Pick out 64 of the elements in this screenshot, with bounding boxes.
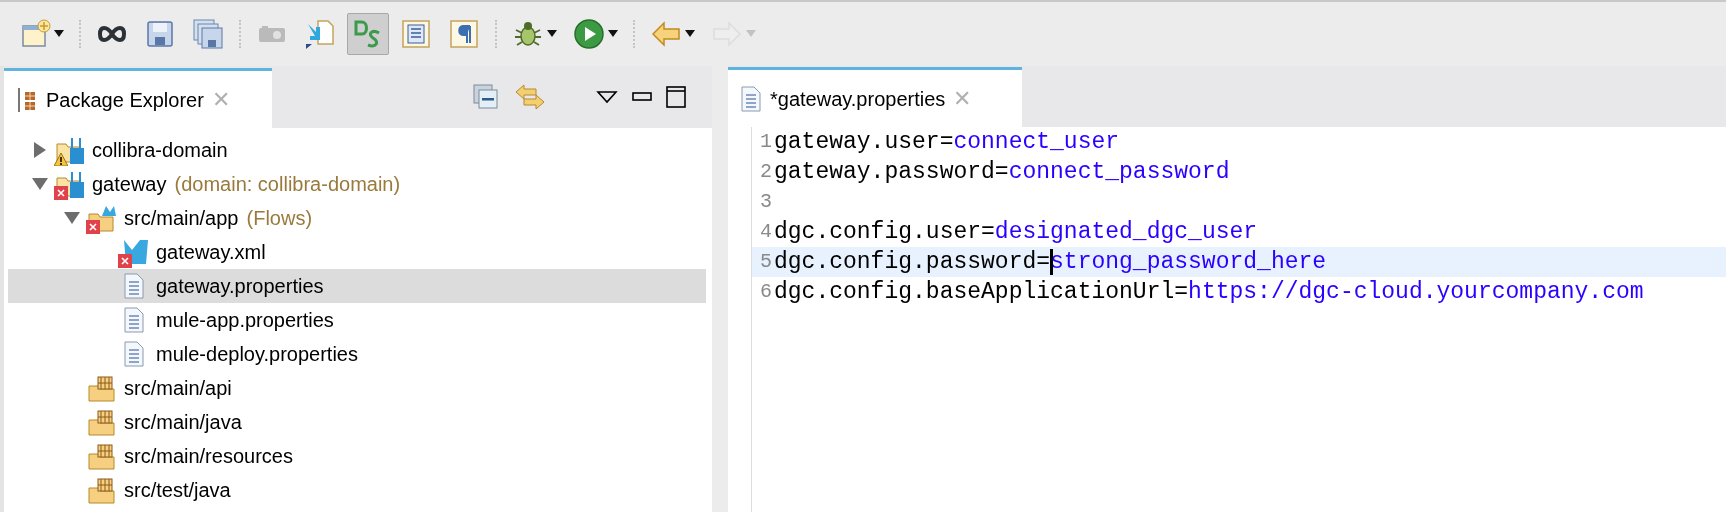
left-arrow-icon: [650, 18, 682, 50]
tree-item[interactable]: mule-deploy.properties: [8, 337, 706, 371]
tree-item-label: gateway.xml: [156, 240, 266, 265]
expanded-triangle-icon[interactable]: [64, 212, 80, 224]
code-line: dgc.config.user=designated_dgc_user: [774, 218, 1258, 247]
code-line: dgc.config.baseApplicationUrl=https://dgc-cloud.yourcompany.com: [774, 278, 1644, 307]
maximize-icon[interactable]: [666, 86, 686, 108]
tree-item-label: gateway: [92, 172, 167, 197]
pilcrow-icon: [448, 18, 480, 50]
code-line: gateway.user=connect_user: [774, 128, 1120, 157]
dropdown-caret-icon: [608, 30, 618, 38]
save-icon: [144, 18, 176, 50]
dropdown-caret-icon: [547, 30, 557, 38]
dropdown-caret-icon: [685, 30, 695, 38]
tab-title: *gateway.properties: [770, 86, 946, 112]
minimize-icon[interactable]: [632, 91, 652, 103]
tree-item[interactable]: src/test/java: [8, 473, 706, 507]
code-line: dgc.config.password=strong_password_here: [774, 248, 1327, 277]
tree-item[interactable]: collibra-domain: [8, 133, 706, 167]
tree-item[interactable]: gateway.properties: [8, 269, 706, 303]
item-annotation: (domain: collibra-domain): [174, 172, 401, 197]
line-number: 5: [759, 249, 773, 275]
tree-item[interactable]: gateway.xml: [8, 235, 706, 269]
text-file-icon: [123, 307, 145, 333]
tree-item[interactable]: src/main/api: [8, 371, 706, 405]
tree-item[interactable]: src/main/app (Flows): [8, 201, 706, 235]
dropdown-caret-icon: [746, 30, 756, 38]
text-file-icon: [123, 273, 145, 299]
collapse-all-icon[interactable]: [472, 83, 500, 111]
play-icon: [573, 18, 605, 50]
item-annotation: (Flows): [246, 206, 313, 231]
editor-tab[interactable]: *gateway.properties ✕: [728, 67, 1022, 127]
line-number: 4: [759, 219, 773, 245]
text-file-icon: [123, 341, 145, 367]
line-number: 6: [759, 279, 773, 305]
line-number: 2: [759, 159, 773, 185]
document-outline-icon: [400, 18, 432, 50]
tree-item-label: mule-app.properties: [156, 308, 334, 333]
tree-item-label: gateway.properties: [156, 274, 324, 299]
line-number: 3: [759, 189, 773, 215]
tree-item-label: mule-deploy.properties: [156, 342, 358, 367]
code-line: gateway.password=connect_password: [774, 158, 1230, 187]
collapsed-triangle-icon[interactable]: [34, 142, 46, 158]
tree-item-label: src/main/resources: [124, 444, 293, 469]
dropdown-caret-icon: [54, 30, 64, 38]
tree-item-label: collibra-domain: [92, 138, 228, 163]
tree-item[interactable]: src/main/resources: [8, 439, 706, 473]
expanded-triangle-icon[interactable]: [32, 178, 48, 190]
hierarchy-icon: [16, 85, 38, 114]
tree-item[interactable]: gateway (domain: collibra-domain): [8, 167, 706, 201]
text-file-icon: [740, 85, 762, 112]
tree-item-label: src/main/app: [124, 206, 239, 231]
view-tab[interactable]: Package Explorer ✕: [4, 68, 272, 128]
tree-item-label: src/main/java: [124, 410, 242, 435]
tree-item-label: src/test/java: [124, 478, 231, 503]
tree-item[interactable]: src/main/java: [8, 405, 706, 439]
tree-item-label: src/main/api: [124, 376, 232, 401]
save-all-icon: [192, 18, 224, 50]
view-menu-icon[interactable]: [596, 90, 618, 104]
import-icon: [304, 18, 336, 50]
new-window-icon: [19, 18, 51, 50]
line-number: 1: [759, 129, 773, 155]
tree-item[interactable]: mule-app.properties: [8, 303, 706, 337]
view-title: Package Explorer: [46, 87, 204, 113]
